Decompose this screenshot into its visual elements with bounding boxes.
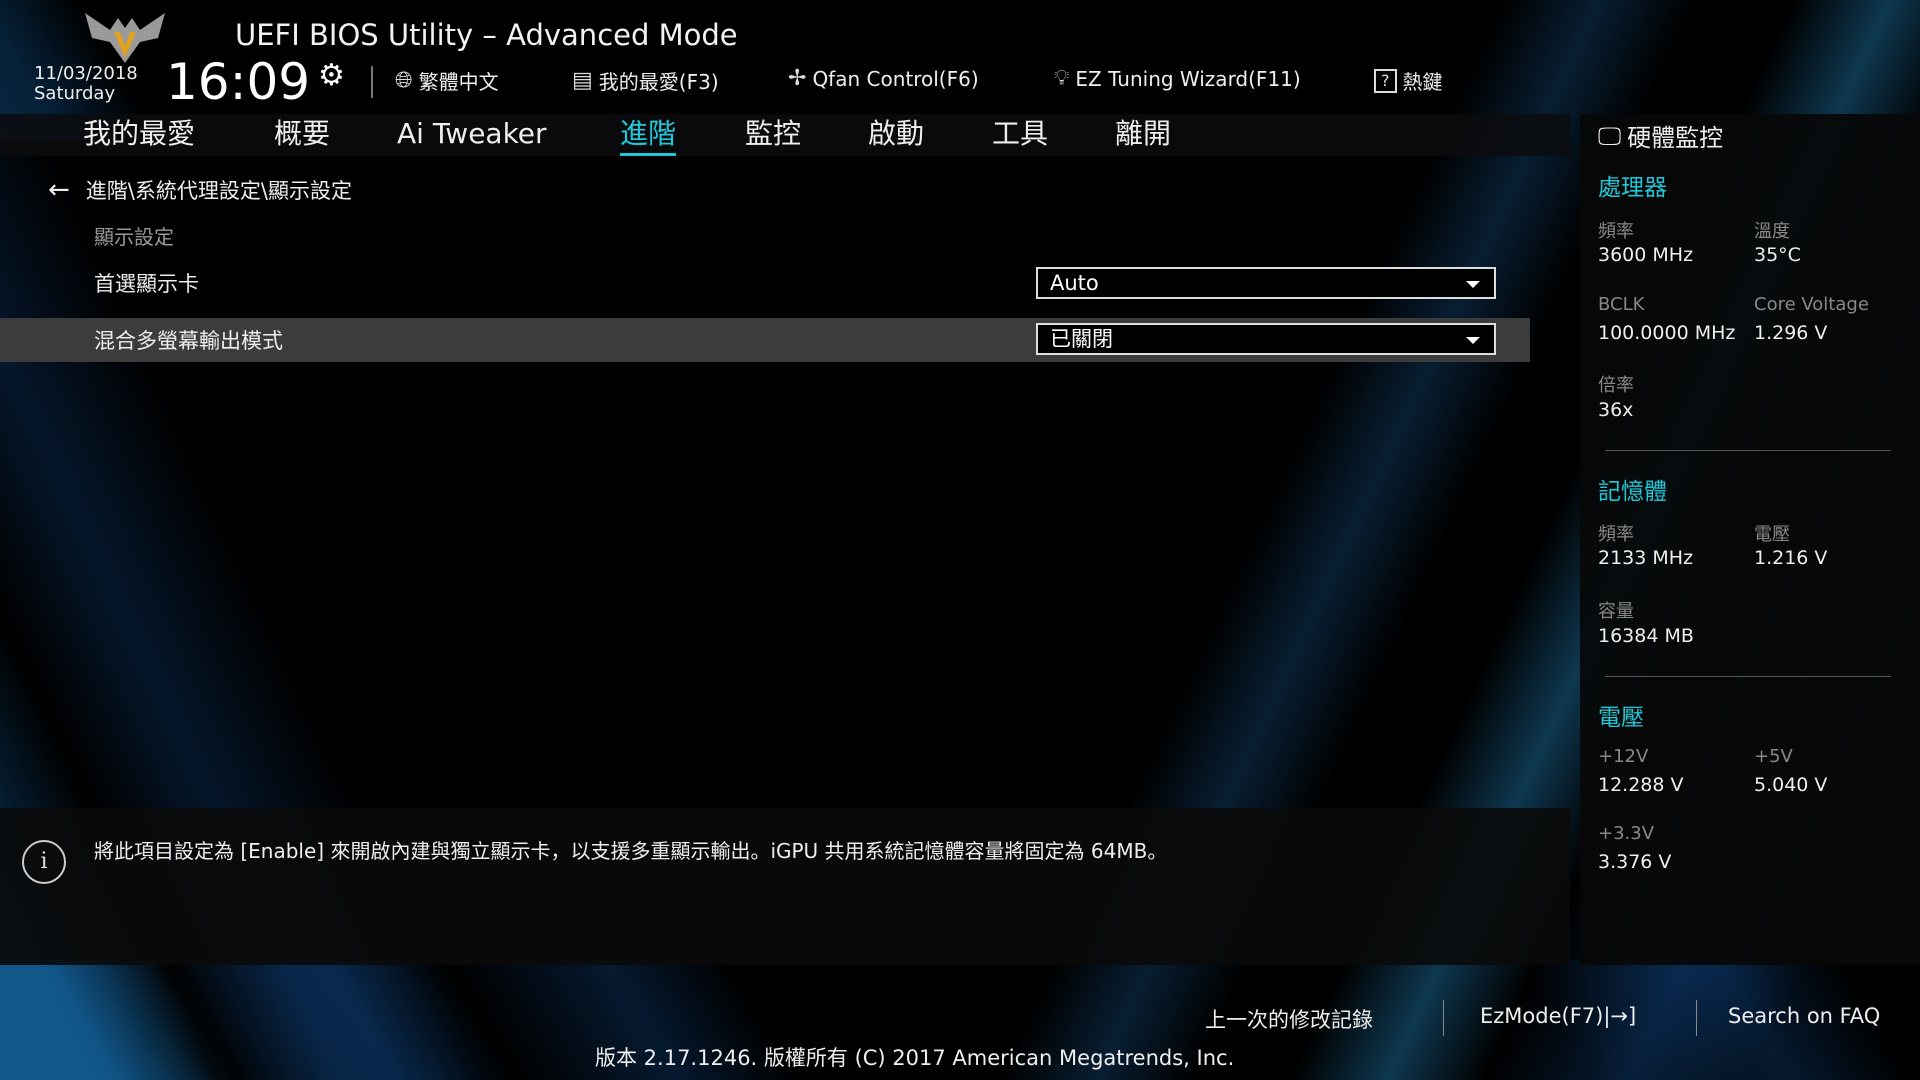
lightbulb-icon: 💡︎ <box>1054 66 1069 91</box>
mem-freq-label: 頻率 <box>1598 520 1634 546</box>
cpu-freq-value: 3600 MHz <box>1598 244 1693 266</box>
mem-freq-value: 2133 MHz <box>1598 547 1693 569</box>
app-title: UEFI BIOS Utility – Advanced Mode <box>235 18 738 52</box>
core-voltage-value: 1.296 V <box>1754 322 1827 344</box>
ez-tuning-wizard-button[interactable]: 💡︎EZ Tuning Wizard(F11) <box>1054 66 1301 91</box>
mem-capacity-label: 容量 <box>1598 597 1634 623</box>
panel-title-text: 硬體監控 <box>1627 118 1723 153</box>
v33-value: 3.376 V <box>1598 851 1671 873</box>
cpu-temp-value: 35°C <box>1754 244 1801 266</box>
v5-value: 5.040 V <box>1754 774 1827 796</box>
search-faq-button[interactable]: Search on FAQ <box>1728 1004 1880 1028</box>
qfan-label: Qfan Control(F6) <box>812 67 978 91</box>
breadcrumb: ← 進階\系統代理設定\顯示設定 <box>48 175 352 205</box>
mem-volt-label: 電壓 <box>1754 520 1790 546</box>
tab-advanced[interactable]: 進階 <box>620 114 676 156</box>
divider <box>1605 676 1891 677</box>
tab-favorites[interactable]: 我的最愛 <box>83 114 195 156</box>
qfan-control-button[interactable]: ✢Qfan Control(F6) <box>788 66 979 91</box>
tab-main[interactable]: 概要 <box>274 114 330 156</box>
v12-value: 12.288 V <box>1598 774 1684 796</box>
monitor-icon: 🖵︎ <box>1598 122 1621 150</box>
clock: 16:09 <box>166 52 310 112</box>
tab-boot[interactable]: 啟動 <box>868 114 924 156</box>
divider <box>371 66 373 98</box>
tab-tool[interactable]: 工具 <box>992 114 1048 156</box>
memory-heading: 記憶體 <box>1598 472 1667 506</box>
mem-volt-value: 1.216 V <box>1754 547 1827 569</box>
mem-capacity-value: 16384 MB <box>1598 625 1694 647</box>
dropdown-value: 已關閉 <box>1050 327 1113 351</box>
fan-icon: ✢ <box>788 66 806 91</box>
favorites-icon: ▤ <box>572 68 593 93</box>
divider <box>1605 450 1891 451</box>
cpu-freq-label: 頻率 <box>1598 217 1634 243</box>
chevron-down-icon <box>1466 281 1480 288</box>
divider <box>1443 1000 1444 1036</box>
ratio-value: 36x <box>1598 399 1633 421</box>
ratio-label: 倍率 <box>1598 371 1634 397</box>
my-favorites-button[interactable]: ▤我的最愛(F3) <box>572 66 719 95</box>
divider <box>1696 1000 1697 1036</box>
favorites-label: 我的最愛(F3) <box>599 66 719 95</box>
cpu-temp-label: 溫度 <box>1754 217 1790 243</box>
version-text: 版本 2.17.1246. 版權所有 (C) 2017 American Meg… <box>595 1042 1234 1072</box>
multi-monitor-dropdown[interactable]: 已關閉 <box>1036 323 1496 355</box>
bclk-label: BCLK <box>1598 294 1644 315</box>
core-voltage-label: Core Voltage <box>1754 294 1869 315</box>
info-icon: i <box>22 840 66 884</box>
language-button[interactable]: 🌐︎繁體中文 <box>395 66 499 95</box>
breadcrumb-path: 進階\系統代理設定\顯示設定 <box>86 175 352 205</box>
gear-icon[interactable]: ⚙ <box>318 58 345 93</box>
hotkeys-label: 熱鍵 <box>1403 66 1443 95</box>
bclk-value: 100.0000 MHz <box>1598 322 1735 344</box>
last-modified-button[interactable]: 上一次的修改記錄 <box>1205 1004 1373 1034</box>
hardware-monitor-title: 🖵︎硬體監控 <box>1598 118 1723 153</box>
voltage-heading: 電壓 <box>1598 698 1644 732</box>
help-panel <box>0 808 1570 965</box>
tab-ai-tweaker[interactable]: Ai Tweaker <box>397 114 547 156</box>
ez-tuning-label: EZ Tuning Wizard(F11) <box>1075 67 1300 91</box>
date-display: 11/03/2018Saturday <box>34 64 138 104</box>
primary-display-dropdown[interactable]: Auto <box>1036 267 1496 299</box>
tuf-logo <box>80 8 170 64</box>
v12-label: +12V <box>1598 746 1648 767</box>
cpu-heading: 處理器 <box>1598 168 1667 202</box>
weekday: Saturday <box>34 84 138 104</box>
chevron-down-icon <box>1466 337 1480 344</box>
setting-label: 混合多螢幕輸出模式 <box>94 325 283 355</box>
tab-exit[interactable]: 離開 <box>1115 114 1171 156</box>
help-icon: ? <box>1374 69 1397 93</box>
back-arrow-icon[interactable]: ← <box>48 175 70 205</box>
dropdown-value: Auto <box>1050 271 1099 295</box>
v5-label: +5V <box>1754 746 1793 767</box>
setting-label: 首選顯示卡 <box>94 268 199 298</box>
hotkeys-button[interactable]: ?熱鍵 <box>1374 66 1443 95</box>
tab-monitor[interactable]: 監控 <box>745 114 801 156</box>
help-text: 將此項目設定為 [Enable] 來開啟內建與獨立顯示卡，以支援多重顯示輸出。i… <box>94 835 1167 864</box>
v33-label: +3.3V <box>1598 823 1654 844</box>
ezmode-button[interactable]: EzMode(F7)|→] <box>1480 1004 1636 1028</box>
date: 11/03/2018 <box>34 64 138 84</box>
section-title: 顯示設定 <box>94 221 174 250</box>
globe-icon: 🌐︎ <box>395 68 413 93</box>
language-label: 繁體中文 <box>419 66 499 95</box>
